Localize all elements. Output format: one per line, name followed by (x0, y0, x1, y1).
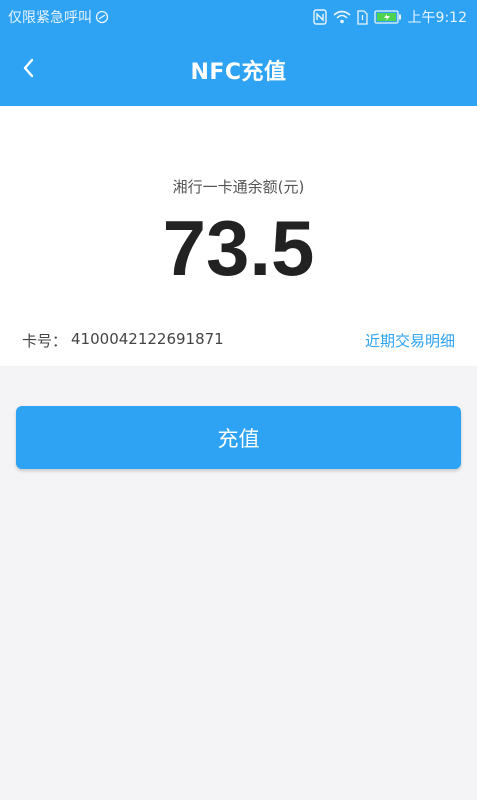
card-number-value: 4100042122691871 (71, 329, 224, 348)
card-number-label: 卡号： (22, 331, 68, 350)
no-sim-icon (95, 10, 109, 24)
emergency-calls-text: 仅限紧急呼叫 (8, 10, 92, 26)
recharge-button[interactable]: 充值 (16, 406, 461, 469)
card-info-row: 卡号： 4100042122691871 近期交易明细 (22, 328, 455, 352)
wifi-icon (333, 10, 351, 24)
status-right: 上午9:12 (312, 7, 467, 27)
balance-value: 73.5 (162, 204, 315, 292)
battery-icon (373, 10, 402, 24)
status-left: 仅限紧急呼叫 (8, 7, 109, 27)
page-title: NFC充值 (190, 60, 287, 85)
balance-label: 湘行一卡通余额(元) (172, 178, 305, 196)
clock-text: 上午9:12 (407, 10, 467, 26)
status-bar: 仅限紧急呼叫 上午9:12 (0, 0, 477, 34)
sim-icon (356, 9, 368, 25)
balance-card: 湘行一卡通余额(元) 73.5 卡号： 4100042122691871 近期交… (0, 106, 477, 366)
recent-transactions-link[interactable]: 近期交易明细 (365, 330, 455, 351)
app-screen: 仅限紧急呼叫 上午9:12 NFC充值 湘行一卡通余额(元) 73.5 卡号： … (0, 0, 477, 800)
nfc-icon (312, 9, 327, 25)
card-number: 卡号： 4100042122691871 (22, 330, 224, 351)
app-header: NFC充值 (0, 34, 477, 106)
